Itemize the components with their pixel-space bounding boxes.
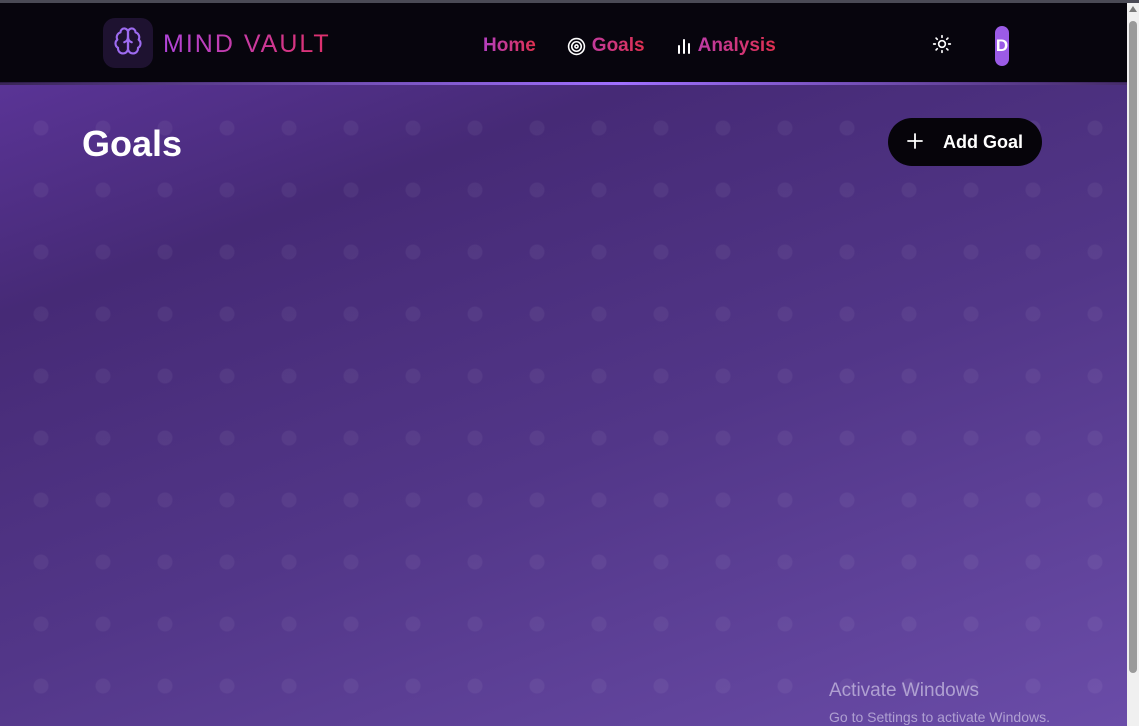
target-icon	[567, 37, 586, 56]
main-content: Goals Add Goal Activate Windows Go to Se…	[0, 85, 1127, 726]
brand-name[interactable]: MIND VAULT	[163, 29, 331, 59]
brain-icon	[113, 26, 143, 61]
add-goal-button[interactable]: Add Goal	[888, 118, 1042, 166]
sun-icon	[932, 34, 952, 59]
plus-icon	[907, 132, 923, 152]
windows-activation-watermark: Activate Windows Go to Settings to activ…	[829, 680, 1050, 726]
watermark-title: Activate Windows	[829, 680, 979, 701]
nav-home-label: Home	[483, 35, 536, 56]
add-goal-label: Add Goal	[943, 131, 1023, 152]
nav-analysis[interactable]: Analysis	[676, 35, 776, 57]
vertical-scrollbar[interactable]	[1127, 3, 1139, 726]
theme-toggle-button[interactable]	[931, 34, 953, 59]
user-avatar[interactable]: D	[995, 26, 1009, 66]
page-title: Goals	[82, 123, 183, 164]
top-navbar: MIND VAULT Home Goals Analysis D	[0, 3, 1127, 83]
background-pattern	[0, 85, 1127, 726]
scroll-up-arrow-icon[interactable]	[1129, 6, 1137, 12]
nav-goals[interactable]: Goals	[567, 35, 645, 57]
nav-home[interactable]: Home	[483, 35, 536, 57]
logo[interactable]	[103, 18, 153, 68]
main-nav: Home Goals Analysis	[483, 32, 776, 60]
nav-analysis-label: Analysis	[697, 35, 776, 56]
scrollbar-thumb[interactable]	[1129, 21, 1137, 673]
bar-chart-icon	[676, 37, 692, 55]
watermark-subtitle: Go to Settings to activate Windows.	[829, 709, 1050, 725]
nav-goals-label: Goals	[591, 35, 645, 56]
